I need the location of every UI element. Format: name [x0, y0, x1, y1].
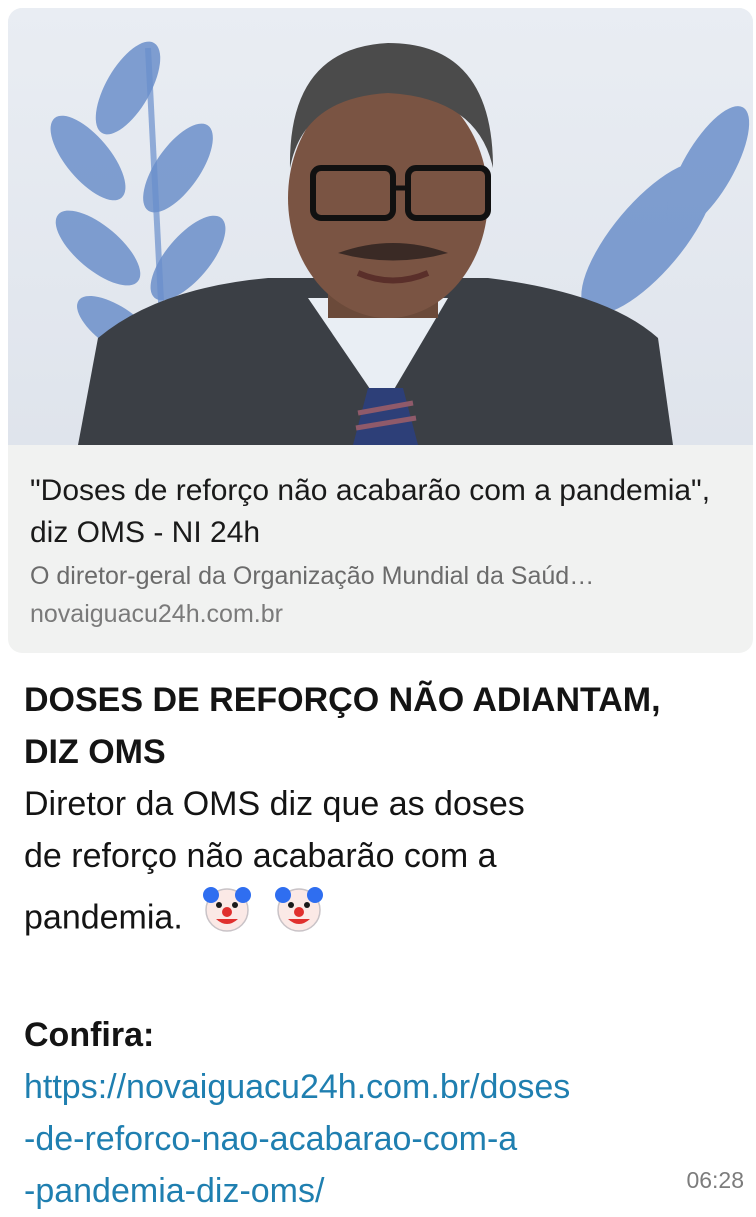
message-link[interactable]: https://novaiguacu24h.com.br/doses -de-r… [24, 1061, 736, 1217]
confira-label: Confira: [24, 1016, 155, 1054]
link-preview-card[interactable]: "Doses de reforço não acabarão com a pan… [8, 8, 753, 653]
link-preview-title[interactable]: "Doses de reforço não acabarão com a pan… [30, 470, 733, 554]
clown-face-icon [200, 882, 254, 957]
message-headline: DOSES DE REFORÇO NÃO ADIANTAM, DIZ OMS [24, 681, 661, 771]
clown-face-icon [272, 882, 326, 957]
message-body: Diretor da OMS diz que as doses de refor… [24, 778, 736, 957]
link-preview-description: O diretor-geral da Organização Mundial d… [30, 562, 595, 590]
message-timestamp: 06:28 [686, 1167, 744, 1193]
man-with-glasses-photo [50, 41, 750, 445]
link-preview-domain: novaiguacu24h.com.br [30, 600, 283, 628]
message-text: DOSES DE REFORÇO NÃO ADIANTAM, DIZ OMS D… [24, 674, 736, 1217]
link-preview-image[interactable] [8, 8, 753, 445]
